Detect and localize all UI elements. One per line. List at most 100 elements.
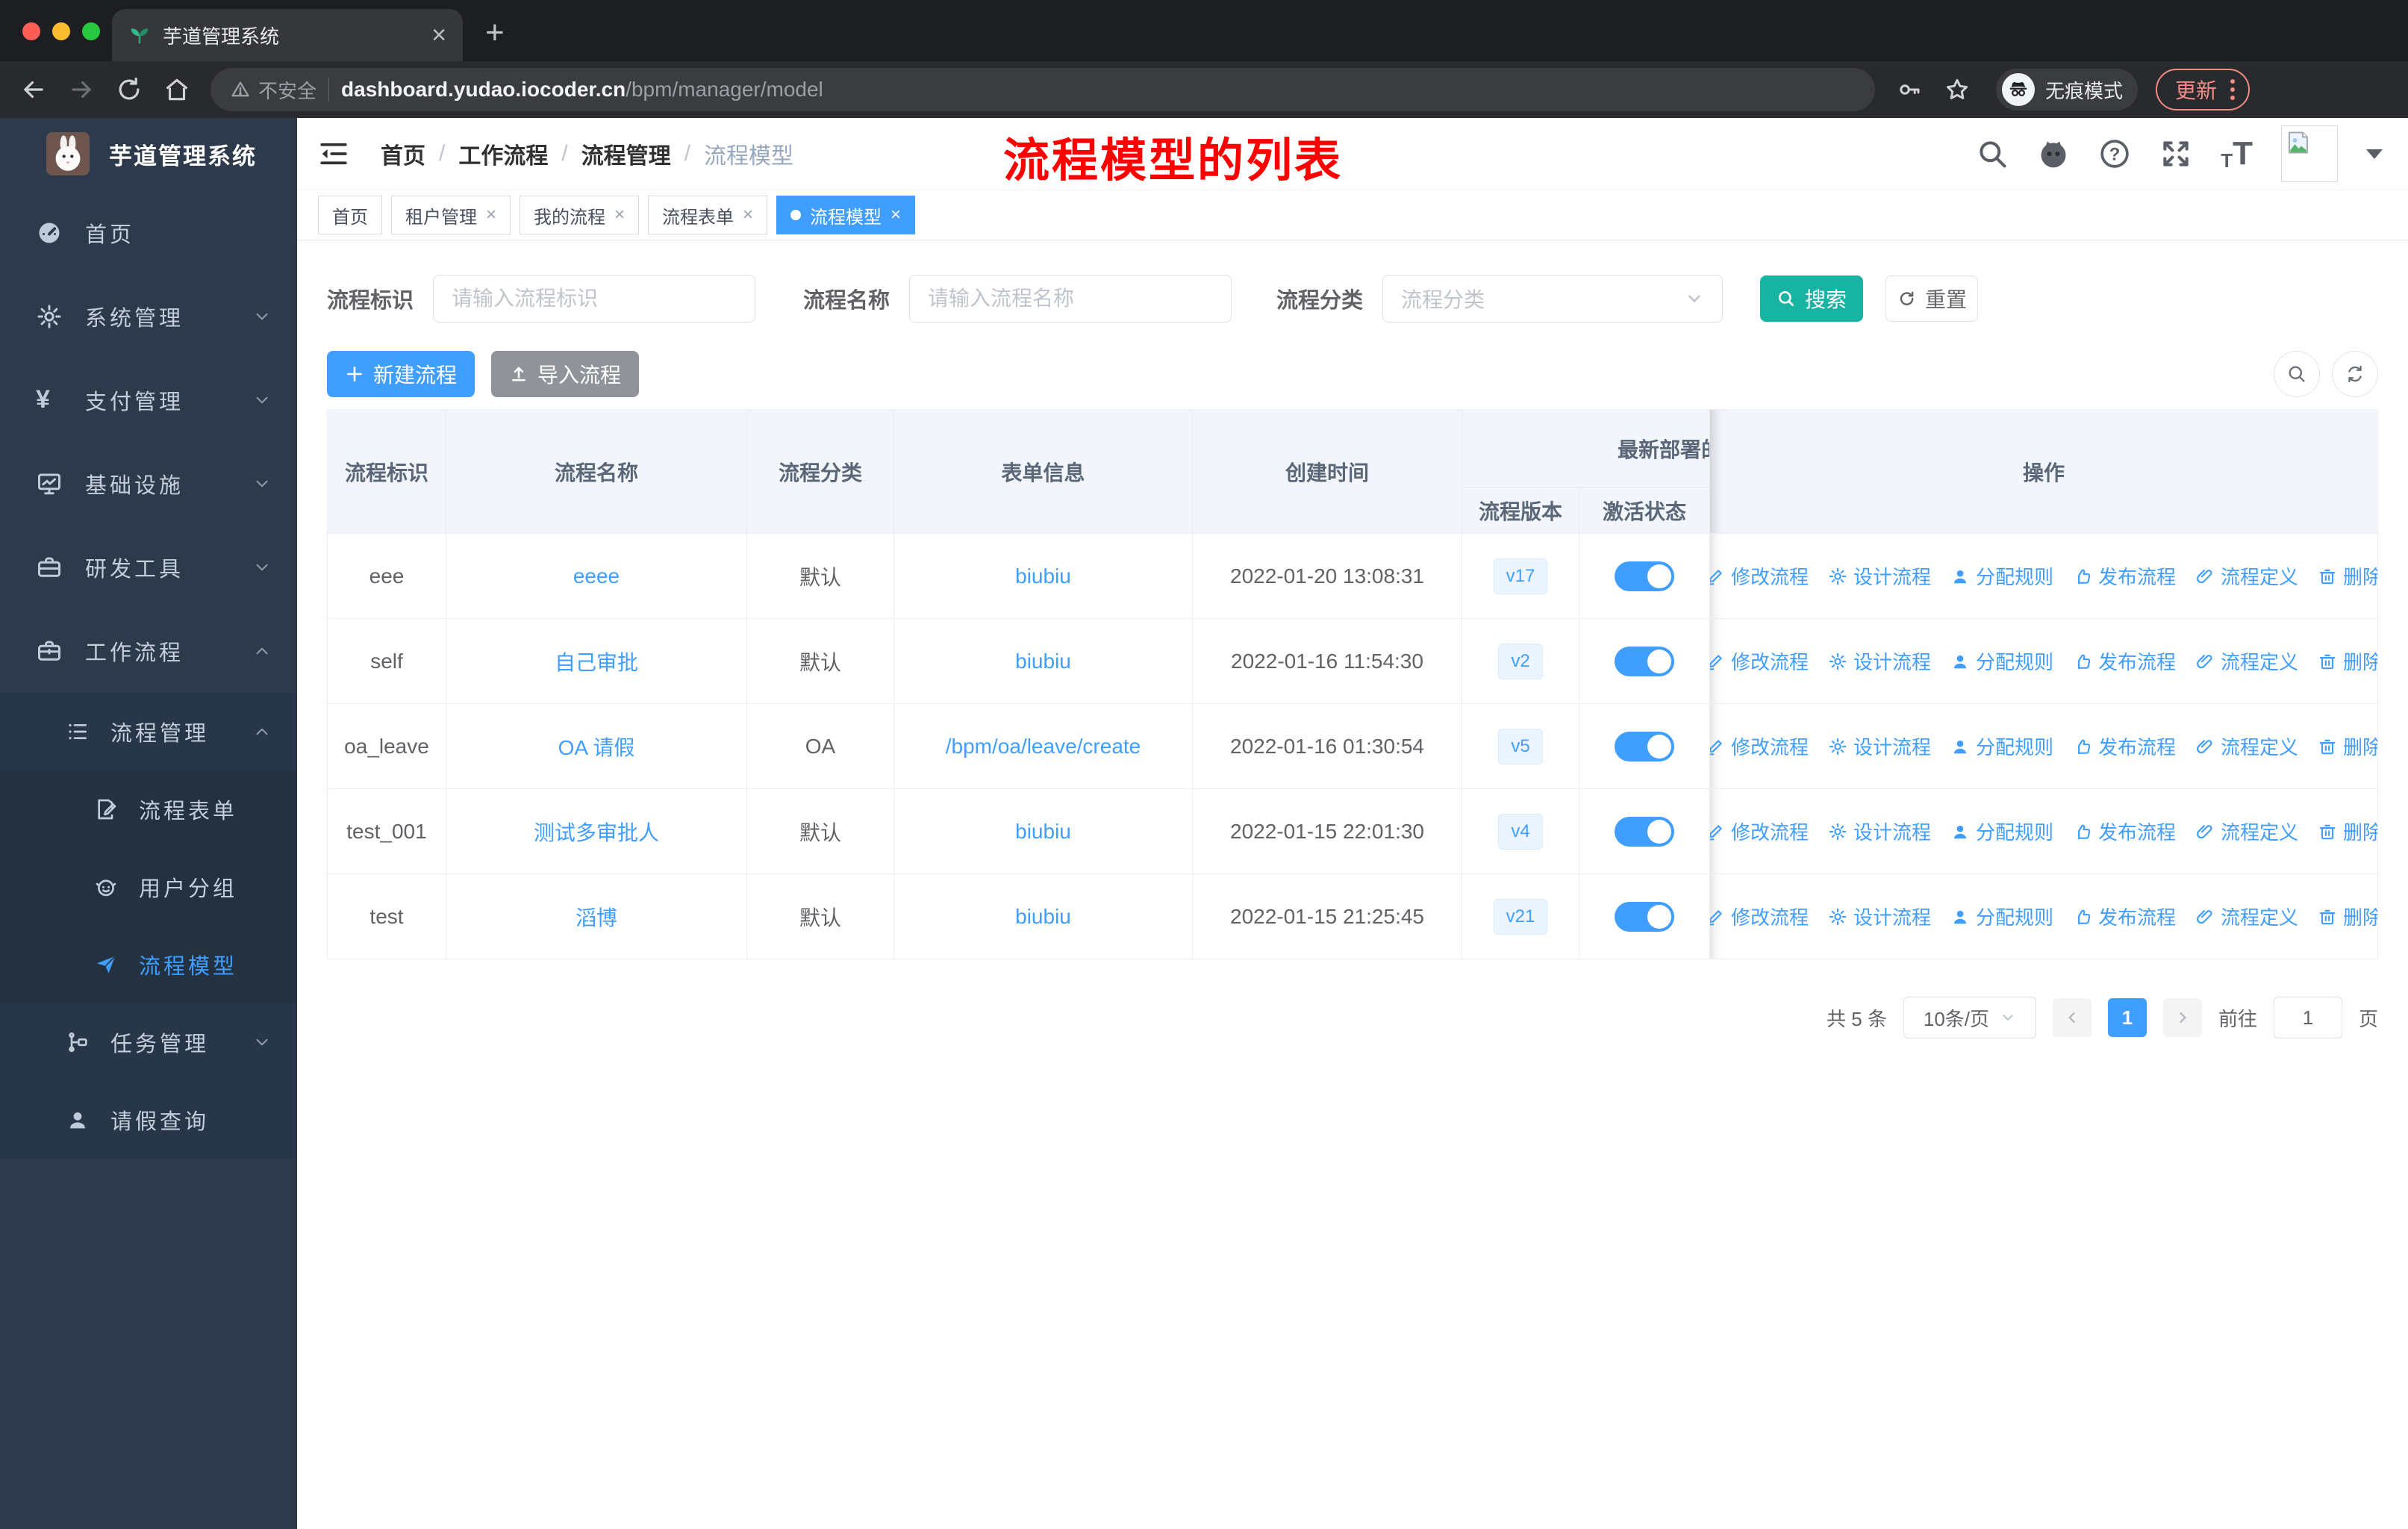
sidebar-item-10[interactable]: 任务管理: [0, 1003, 297, 1081]
active-toggle[interactable]: [1615, 901, 1674, 932]
action-publish[interactable]: 发布流程: [2073, 647, 2176, 675]
sidebar-item-6[interactable]: 流程管理: [0, 693, 297, 770]
process-name-link[interactable]: eeee: [573, 564, 620, 588]
address-bar[interactable]: 不安全 dashboard.yudao.iocoder.cn/bpm/manag…: [210, 68, 1875, 111]
sidebar-item-7[interactable]: 流程表单: [0, 770, 297, 848]
action-modify[interactable]: 修改流程: [1710, 903, 1809, 930]
active-toggle[interactable]: [1615, 816, 1674, 847]
active-toggle[interactable]: [1615, 731, 1674, 762]
filter-input-name[interactable]: [909, 275, 1232, 323]
sidebar-item-2[interactable]: ¥ 支付管理: [0, 358, 297, 442]
filter-select-category[interactable]: 流程分类: [1382, 275, 1724, 323]
sidebar-item-8[interactable]: 用户分组: [0, 848, 297, 926]
action-modify[interactable]: 修改流程: [1710, 562, 1809, 590]
tag-close-icon[interactable]: ×: [486, 205, 496, 225]
forward-icon[interactable]: [67, 75, 96, 104]
sidebar-item-9[interactable]: 流程模型: [0, 926, 297, 1003]
action-modify[interactable]: 修改流程: [1710, 647, 1809, 675]
tag-close-icon[interactable]: ×: [614, 205, 625, 225]
next-page-button[interactable]: [2162, 998, 2202, 1037]
action-definition[interactable]: 流程定义: [2195, 562, 2298, 590]
tag-4[interactable]: 流程模型 ×: [776, 196, 916, 234]
reload-icon[interactable]: [115, 75, 143, 104]
refresh-table-button[interactable]: [2332, 351, 2378, 397]
create-process-button[interactable]: 新建流程: [327, 351, 475, 397]
tag-0[interactable]: 首页: [318, 196, 382, 234]
import-process-button[interactable]: 导入流程: [491, 351, 639, 397]
action-design[interactable]: 设计流程: [1828, 903, 1931, 930]
breadcrumb-item-2[interactable]: 流程管理: [581, 137, 671, 170]
action-assign[interactable]: 分配规则: [1950, 562, 2053, 590]
sidebar-item-4[interactable]: 研发工具: [0, 526, 297, 609]
font-size-icon[interactable]: TT: [2221, 137, 2253, 171]
tag-2[interactable]: 我的流程 ×: [520, 196, 640, 234]
tag-close-icon[interactable]: ×: [743, 205, 753, 225]
window-close-button[interactable]: [22, 22, 40, 40]
process-name-link[interactable]: 自己审批: [555, 647, 638, 676]
tag-close-icon[interactable]: ×: [890, 205, 901, 225]
action-definition[interactable]: 流程定义: [2195, 647, 2298, 675]
form-link[interactable]: biubiu: [1015, 820, 1071, 844]
action-delete[interactable]: 删除: [2318, 818, 2377, 845]
tag-3[interactable]: 流程表单 ×: [648, 196, 768, 234]
avatar[interactable]: [2281, 125, 2338, 182]
action-design[interactable]: 设计流程: [1828, 562, 1931, 590]
security-chip[interactable]: 不安全: [230, 76, 316, 104]
help-icon[interactable]: ?: [2098, 137, 2131, 170]
window-zoom-button[interactable]: [82, 22, 100, 40]
sidebar-item-0[interactable]: 首页: [0, 191, 297, 275]
action-assign[interactable]: 分配规则: [1950, 818, 2053, 845]
github-icon[interactable]: [2037, 137, 2070, 170]
reset-button[interactable]: 重置: [1885, 275, 1979, 322]
process-name-link[interactable]: 滔博: [576, 902, 617, 932]
form-link[interactable]: biubiu: [1015, 564, 1071, 588]
process-name-link[interactable]: OA 请假: [558, 732, 635, 762]
action-publish[interactable]: 发布流程: [2073, 903, 2176, 930]
filter-input-id[interactable]: [433, 275, 756, 323]
page-size-select[interactable]: 10条/页: [1903, 997, 2036, 1038]
action-delete[interactable]: 删除: [2318, 647, 2377, 675]
action-design[interactable]: 设计流程: [1828, 732, 1931, 760]
update-button[interactable]: 更新: [2156, 69, 2251, 110]
action-modify[interactable]: 修改流程: [1710, 732, 1809, 760]
bookmark-star-icon[interactable]: [1944, 76, 1971, 103]
browser-tab[interactable]: 芋道管理系统 ×: [112, 9, 463, 61]
action-publish[interactable]: 发布流程: [2073, 818, 2176, 845]
show-search-button[interactable]: [2274, 351, 2320, 397]
action-design[interactable]: 设计流程: [1828, 818, 1931, 845]
action-assign[interactable]: 分配规则: [1950, 903, 2053, 930]
form-link[interactable]: biubiu: [1015, 905, 1071, 929]
browser-menu-icon[interactable]: [2230, 79, 2236, 100]
sidebar-item-11[interactable]: 请假查询: [0, 1081, 297, 1159]
sidebar-item-1[interactable]: 系统管理: [0, 275, 297, 358]
action-delete[interactable]: 删除: [2318, 732, 2377, 760]
search-button[interactable]: 搜索: [1760, 275, 1864, 322]
prev-page-button[interactable]: [2052, 998, 2092, 1037]
avatar-caret-icon[interactable]: [2366, 149, 2383, 159]
action-modify[interactable]: 修改流程: [1710, 818, 1809, 845]
form-link[interactable]: /bpm/oa/leave/create: [946, 735, 1141, 759]
sidebar-collapse-icon[interactable]: [318, 138, 349, 169]
action-definition[interactable]: 流程定义: [2195, 818, 2298, 845]
process-name-link[interactable]: 测试多审批人: [534, 817, 659, 847]
tab-close-icon[interactable]: ×: [431, 22, 446, 48]
back-icon[interactable]: [19, 75, 48, 104]
search-icon[interactable]: [1976, 137, 2009, 170]
action-definition[interactable]: 流程定义: [2195, 903, 2298, 930]
home-icon[interactable]: [163, 75, 191, 104]
action-definition[interactable]: 流程定义: [2195, 732, 2298, 760]
key-icon[interactable]: [1896, 76, 1923, 103]
sidebar-item-5[interactable]: 工作流程: [0, 609, 297, 693]
sidebar-item-3[interactable]: 基础设施: [0, 442, 297, 526]
breadcrumb-item-0[interactable]: 首页: [381, 137, 425, 170]
action-delete[interactable]: 删除: [2318, 903, 2377, 930]
action-assign[interactable]: 分配规则: [1950, 647, 2053, 675]
page-number-1[interactable]: 1: [2107, 998, 2147, 1037]
action-publish[interactable]: 发布流程: [2073, 562, 2176, 590]
fullscreen-icon[interactable]: [2159, 137, 2192, 170]
tag-1[interactable]: 租户管理 ×: [391, 196, 511, 234]
breadcrumb-item-1[interactable]: 工作流程: [458, 137, 548, 170]
window-minimize-button[interactable]: [52, 22, 70, 40]
new-tab-button[interactable]: +: [485, 16, 505, 49]
action-design[interactable]: 设计流程: [1828, 647, 1931, 675]
